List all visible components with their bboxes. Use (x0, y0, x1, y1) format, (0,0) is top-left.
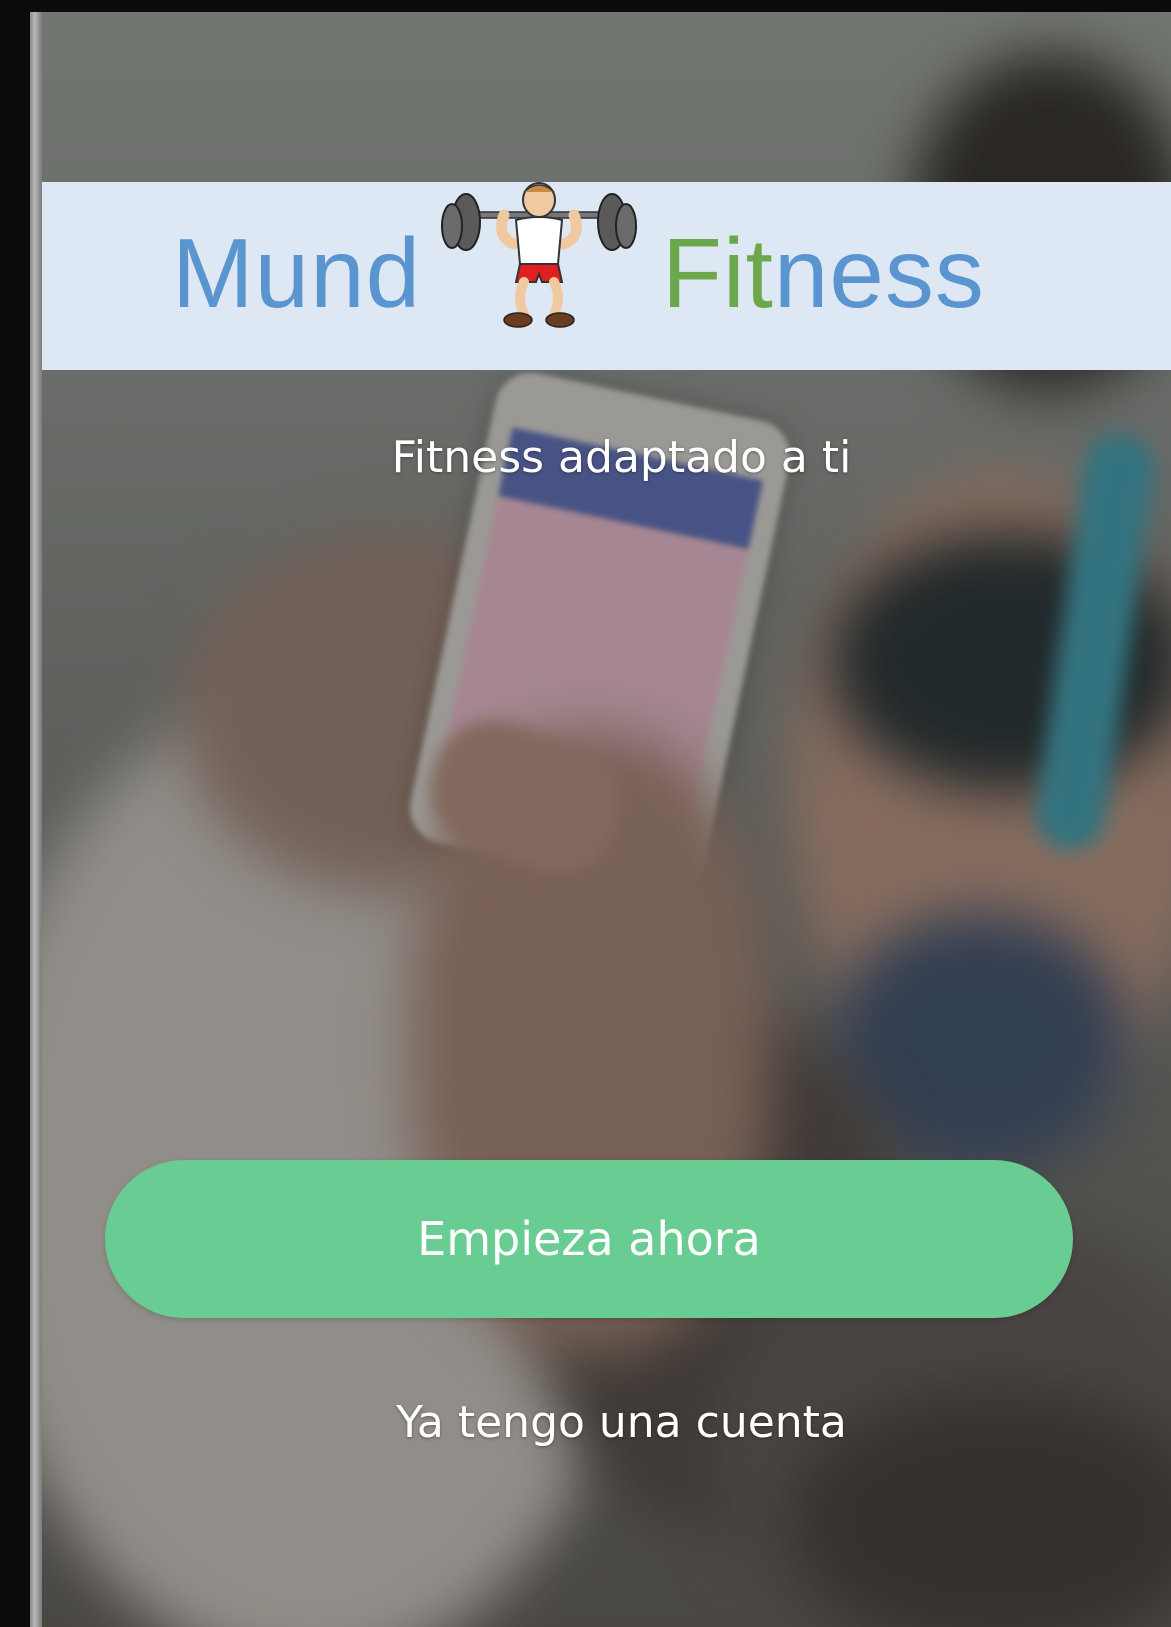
logo-mund-text: Mund (172, 218, 422, 328)
tagline: Fitness adaptado a ti (391, 432, 852, 483)
weightlifter-icon (441, 182, 637, 328)
logo-word-mund: Mund (172, 218, 421, 328)
device-frame: Mund Fitness Fitness adaptado a ti Empie… (0, 0, 1171, 1627)
app-screen: Mund Fitness Fitness adaptado a ti Empie… (30, 12, 1171, 1627)
logo-word-fitness: Fitness (662, 218, 985, 328)
start-now-button[interactable]: Empieza ahora (105, 1160, 1073, 1318)
logo-fitness-text-green: Fit (662, 218, 774, 328)
logo-fitness-text-blue: ness (773, 218, 985, 328)
window-left-edge (30, 12, 42, 1627)
logo-banner: Mund Fitness (42, 182, 1171, 370)
existing-account-link[interactable]: Ya tengo una cuenta (72, 1397, 1171, 1448)
